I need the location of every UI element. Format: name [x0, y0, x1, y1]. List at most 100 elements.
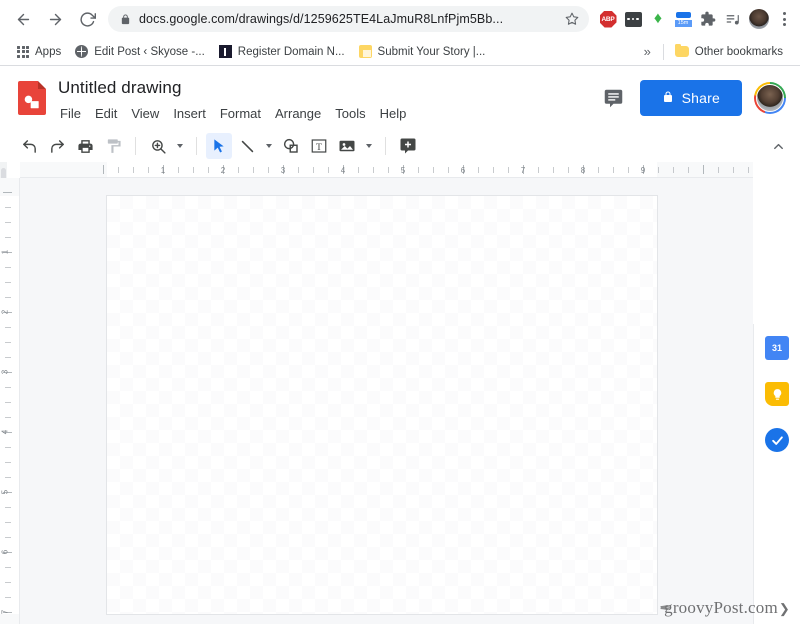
shape-icon[interactable] — [278, 133, 304, 159]
ruler-tick — [193, 167, 194, 173]
image-dropdown-caret[interactable] — [362, 133, 376, 159]
comment-icon[interactable] — [599, 84, 628, 113]
canvas-area[interactable] — [20, 178, 753, 624]
menu-arrange[interactable]: Arrange — [268, 103, 328, 124]
redo-icon[interactable] — [44, 133, 70, 159]
add-comment-icon[interactable] — [395, 133, 421, 159]
menu-edit[interactable]: Edit — [88, 103, 124, 124]
menu-format[interactable]: Format — [213, 103, 268, 124]
ruler-tick — [358, 167, 359, 173]
menu-help[interactable]: Help — [373, 103, 414, 124]
google-calendar-icon[interactable]: 31 — [765, 336, 789, 360]
line-dropdown-caret[interactable] — [262, 133, 276, 159]
menu-bar: File Edit View Insert Format Arrange Too… — [53, 103, 413, 124]
undo-icon[interactable] — [16, 133, 42, 159]
ruler-number: 1 — [0, 249, 10, 255]
document-title[interactable]: Untitled drawing — [58, 78, 413, 98]
line-icon[interactable] — [234, 133, 260, 159]
adblock-plus-icon[interactable]: ABP — [599, 10, 617, 28]
zoom-icon[interactable] — [145, 133, 171, 159]
paint-format-icon[interactable] — [100, 133, 126, 159]
forward-button[interactable] — [40, 4, 70, 34]
timer-icon[interactable]: 15m — [674, 10, 692, 28]
apps-grid-icon — [17, 45, 29, 58]
ruler-number: 7 — [0, 609, 10, 615]
ruler-tick — [238, 167, 239, 173]
ruler-tick — [148, 167, 149, 173]
star-icon[interactable] — [565, 12, 579, 26]
url-text: docs.google.com/drawings/d/1259625TE4LaJ… — [139, 12, 504, 26]
share-label: Share — [681, 90, 720, 106]
menu-view[interactable]: View — [124, 103, 166, 124]
account-avatar[interactable] — [754, 82, 786, 114]
share-button[interactable]: Share — [639, 80, 742, 116]
chevron-up-icon[interactable] — [771, 139, 786, 154]
evernote-icon[interactable]: ♦ — [649, 10, 667, 28]
ruler-tick — [5, 387, 11, 388]
ruler-number: 7 — [520, 165, 526, 175]
folder-icon — [674, 44, 689, 57]
ruler-tick — [478, 167, 479, 173]
ruler-number: 8 — [580, 165, 586, 175]
ruler-tick — [5, 267, 11, 268]
menu-tools[interactable]: Tools — [328, 103, 372, 124]
three-dot-menu-icon[interactable] — [776, 12, 792, 26]
google-tasks-icon[interactable] — [765, 428, 789, 452]
ruler-tick — [568, 167, 569, 173]
ruler-tick — [613, 167, 614, 173]
extensions-puzzle-icon[interactable] — [699, 10, 717, 28]
bookmark-item-2[interactable]: Register Domain N... — [212, 42, 352, 61]
other-bookmarks-folder[interactable]: Other bookmarks — [668, 43, 790, 61]
print-icon[interactable] — [72, 133, 98, 159]
ruler-tick — [5, 447, 11, 448]
bookmarks-overflow-button[interactable]: » — [636, 44, 659, 59]
profile-avatar[interactable] — [749, 9, 769, 29]
ruler-tick — [208, 167, 209, 173]
ruler-tick — [5, 462, 11, 463]
ruler-tick — [5, 597, 11, 598]
reload-button[interactable] — [72, 4, 102, 34]
ruler-number: 3 — [280, 165, 286, 175]
apps-shortcut[interactable]: Apps — [10, 43, 68, 61]
avatar-image — [756, 84, 784, 112]
drawing-canvas-page[interactable] — [107, 196, 657, 614]
ruler-tick — [508, 167, 509, 173]
ruler-tick — [328, 167, 329, 173]
lock-icon — [120, 13, 131, 26]
vertical-ruler: 1 2 3 4 5 6 7 — [0, 178, 20, 624]
menu-file[interactable]: File — [53, 103, 88, 124]
ruler-number: 6 — [460, 165, 466, 175]
menu-insert[interactable]: Insert — [166, 103, 213, 124]
zoom-dropdown-caret[interactable] — [173, 133, 187, 159]
bookmark-item-1[interactable]: Edit Post ‹ Skyose -... — [68, 42, 212, 61]
ruler-tick — [5, 582, 11, 583]
ruler-tick — [5, 507, 11, 508]
address-bar[interactable]: docs.google.com/drawings/d/1259625TE4LaJ… — [108, 6, 589, 32]
playlist-icon[interactable] — [724, 10, 742, 28]
ruler-tick — [253, 167, 254, 173]
ruler-number: 6 — [0, 549, 10, 555]
google-drawings-logo[interactable] — [18, 81, 46, 115]
image-icon[interactable] — [334, 133, 360, 159]
ruler-tick — [5, 522, 11, 523]
workspace: 1 2 3 4 5 6 7 8 9 1 2 3 4 5 6 7 31 — [0, 162, 800, 624]
text-box-icon[interactable]: T — [306, 133, 332, 159]
google-keep-icon[interactable] — [765, 382, 789, 406]
ruler-tick — [268, 167, 269, 173]
ruler-tick — [553, 167, 554, 173]
ruler-tick — [688, 167, 689, 173]
extension-icons: ABP ♦ 15m — [597, 9, 792, 29]
ruler-tick — [298, 167, 299, 173]
divider — [662, 43, 664, 60]
ruler-tick — [5, 402, 11, 403]
side-panel: 31 — [753, 324, 800, 624]
bookmarks-bar: Apps Edit Post ‹ Skyose -... Register Do… — [0, 38, 800, 66]
select-arrow-icon[interactable] — [206, 133, 232, 159]
ruler-tick — [5, 222, 11, 223]
dark-menu-icon[interactable] — [624, 10, 642, 28]
bookmark-item-3[interactable]: Submit Your Story |... — [352, 42, 493, 61]
app-header: Untitled drawing File Edit View Insert F… — [0, 66, 800, 130]
ruler-tick — [5, 417, 11, 418]
bookmark-label: Register Domain N... — [237, 45, 345, 58]
back-button[interactable] — [8, 4, 38, 34]
